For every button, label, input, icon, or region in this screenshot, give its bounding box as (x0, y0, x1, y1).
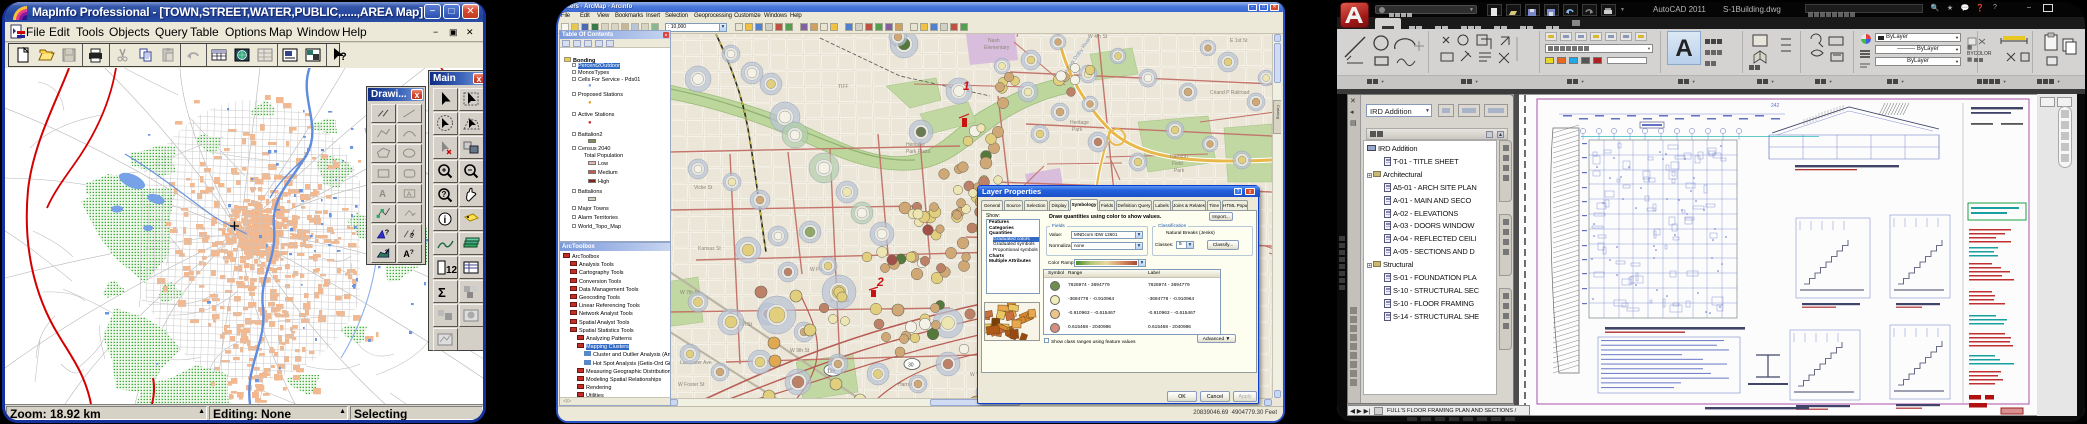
svg-text:W Foster St: W Foster St (678, 382, 705, 388)
svg-text:i: i (444, 215, 447, 226)
svg-text:TIFF: TIFF (838, 84, 849, 90)
svg-text:Σ: Σ (438, 285, 446, 300)
svg-text:30: 30 (908, 363, 914, 369)
svg-text:Field: Field (1172, 161, 1183, 167)
svg-text:E 1st St: E 1st St (1230, 38, 1248, 44)
svg-text:?: ? (410, 249, 414, 256)
svg-text:Kansas St: Kansas St (698, 246, 721, 252)
svg-text:?: ? (385, 228, 390, 237)
svg-text:Harmon: Harmon (1170, 154, 1188, 160)
svg-text:?: ? (442, 190, 447, 199)
svg-text:?: ? (340, 51, 347, 63)
svg-text:W 4th St: W 4th St (1088, 34, 1108, 40)
svg-text:Vicke St: Vicke St (694, 185, 713, 191)
svg-text:Heritage: Heritage (1070, 120, 1089, 126)
svg-text:W 9th St: W 9th St (790, 348, 810, 354)
svg-text:Park: Park (1174, 168, 1185, 174)
svg-text:Elementary: Elementary (984, 45, 1010, 51)
svg-text:A: A (407, 189, 412, 198)
svg-text:?: ? (410, 231, 415, 240)
svg-text:12: 12 (446, 265, 457, 276)
svg-text:1: 1 (963, 79, 970, 93)
svg-text:242: 242 (1771, 103, 1780, 109)
svg-text:Criand P Railroad: Criand P Railroad (1210, 90, 1250, 96)
svg-text:Park: Park (1072, 127, 1083, 133)
svg-text:Park Plaza: Park Plaza (906, 149, 930, 155)
svg-text:?: ? (385, 249, 389, 256)
svg-text:A: A (379, 189, 386, 200)
svg-text:Nash: Nash (988, 38, 1000, 44)
